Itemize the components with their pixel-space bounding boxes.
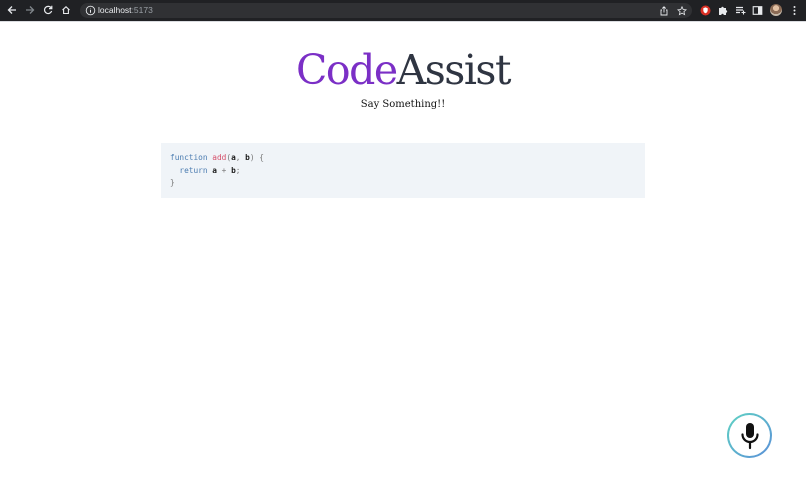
- code-punctuation: }: [170, 178, 175, 187]
- code-punctuation: ,: [235, 153, 241, 162]
- kebab-menu-icon: [793, 5, 795, 15]
- browser-menu-button[interactable]: [787, 3, 801, 17]
- code-punctuation: ;: [235, 165, 241, 175]
- code-keyword: function: [170, 153, 208, 162]
- title-accent: Code: [296, 46, 398, 94]
- reading-list-button[interactable]: [733, 3, 747, 17]
- star-icon: [677, 6, 687, 16]
- microphone-button-face[interactable]: [729, 415, 770, 456]
- share-button[interactable]: [658, 5, 670, 17]
- reload-button[interactable]: [40, 2, 56, 18]
- microphone-icon: [740, 422, 759, 449]
- code-keyword: return: [179, 165, 208, 175]
- address-bar[interactable]: localhost:5173: [80, 3, 692, 18]
- code-block: function add(a, b) { return a + b; }: [161, 143, 645, 198]
- home-button[interactable]: [58, 2, 74, 18]
- extensions-button[interactable]: [715, 3, 729, 17]
- code-line: }: [170, 177, 645, 190]
- browser-toolbar: localhost:5173: [0, 0, 806, 21]
- title-main: Assist: [396, 46, 512, 94]
- forward-button[interactable]: [22, 2, 38, 18]
- code-line: function add(a, b) {: [170, 152, 645, 165]
- toolbar-divider: [0, 21, 806, 22]
- code-punctuation: ) {: [249, 153, 264, 162]
- code-operator: +: [221, 165, 227, 175]
- reading-list-icon: [735, 6, 745, 14]
- share-icon: [660, 6, 668, 16]
- code-identifier: a: [212, 165, 217, 175]
- bookmark-button[interactable]: [676, 5, 688, 17]
- url-text[interactable]: localhost:5173: [98, 3, 153, 18]
- shield-extension-button[interactable]: [698, 3, 712, 17]
- page-subtitle: Say Something!!: [360, 99, 446, 110]
- microphone-button[interactable]: [727, 413, 772, 458]
- code-function-name: add: [212, 153, 227, 162]
- arrow-right-icon: [26, 6, 35, 14]
- shield-extension-icon: [700, 5, 710, 15]
- page-title: CodeAssist: [0, 44, 806, 96]
- reload-icon: [43, 5, 53, 15]
- info-icon[interactable]: [85, 5, 96, 16]
- home-icon: [62, 6, 70, 15]
- avatar[interactable]: [770, 4, 782, 16]
- url-host: localhost: [98, 5, 132, 15]
- code-line: return a + b;: [170, 165, 645, 178]
- url-port: :5173: [131, 5, 153, 15]
- puzzle-icon: [718, 6, 727, 15]
- side-panel-button[interactable]: [750, 3, 764, 17]
- arrow-left-icon: [7, 6, 16, 14]
- side-panel-icon: [752, 5, 762, 15]
- back-button[interactable]: [4, 2, 20, 18]
